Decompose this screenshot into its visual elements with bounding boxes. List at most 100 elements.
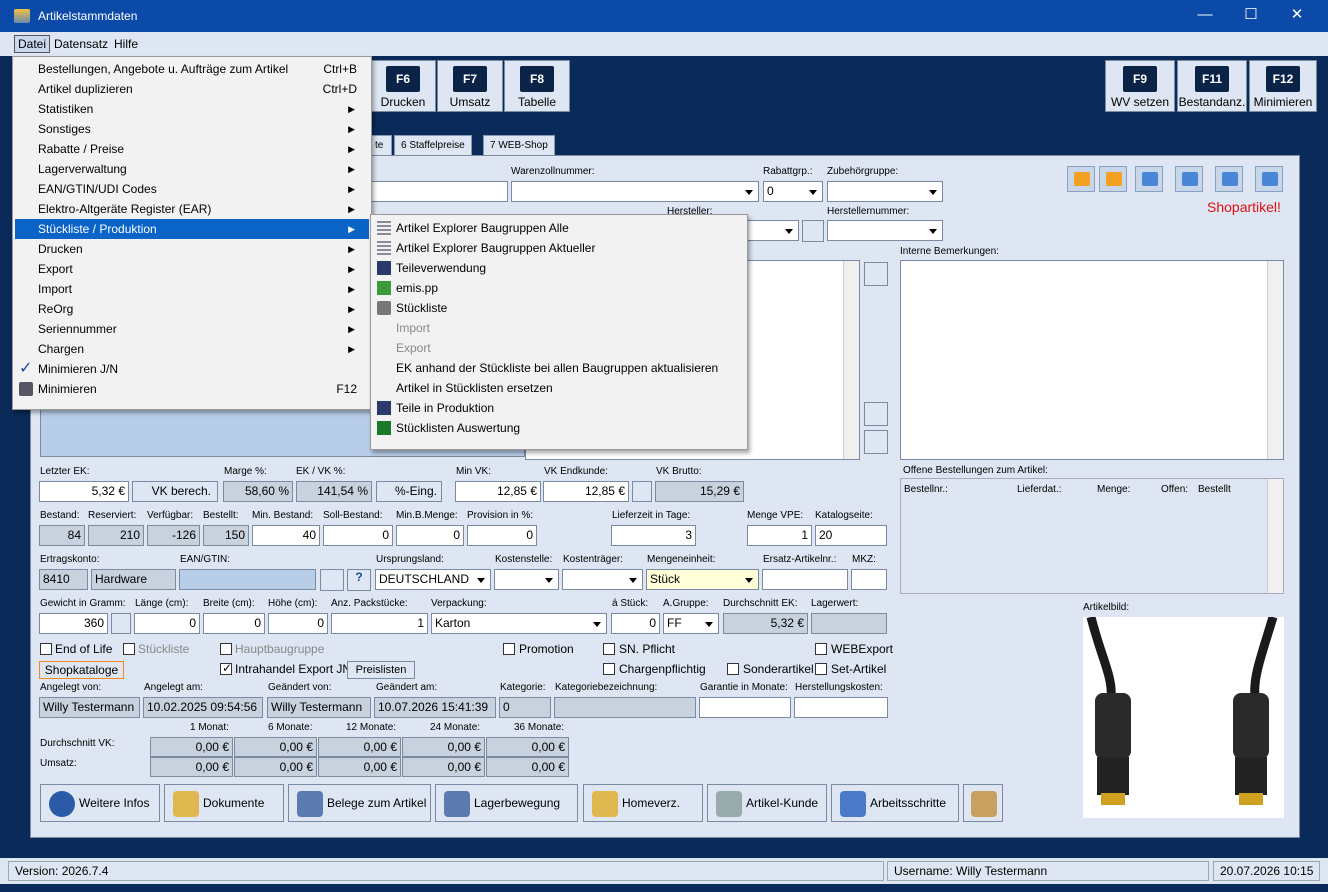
menu-datei[interactable]: Datei	[14, 35, 51, 53]
edit-text-icon[interactable]	[864, 430, 888, 454]
katalogseite-field[interactable]: 20	[815, 525, 887, 546]
rabattgrp-select[interactable]: 0	[763, 181, 823, 202]
gewicht-field[interactable]: 360	[39, 613, 108, 634]
scrollbar[interactable]	[1267, 261, 1283, 459]
ean-field[interactable]	[179, 569, 316, 590]
submenu-import[interactable]: Import	[373, 318, 745, 338]
menu-item-stueckliste[interactable]: Stückliste / Produktion ▶	[15, 219, 369, 239]
agruppe-select[interactable]: FF	[663, 613, 719, 634]
menu-item-bestellungen[interactable]: Bestellungen, Angebote u. Aufträge zum A…	[15, 59, 369, 79]
minbmenge-field[interactable]: 0	[396, 525, 464, 546]
minimize-button[interactable]: —	[1182, 0, 1228, 32]
warenzoll-select[interactable]	[511, 181, 759, 202]
calc-icon[interactable]	[632, 481, 652, 502]
menu-item-ean[interactable]: EAN/GTIN/UDI Codes ▶	[15, 179, 369, 199]
intrahandel-checkbox[interactable]	[220, 661, 232, 675]
kostentraeger-select[interactable]	[562, 569, 643, 590]
vkend-field[interactable]: 12,85 €	[543, 481, 629, 502]
minbestand-field[interactable]: 40	[252, 525, 320, 546]
minvk-field[interactable]: 12,85 €	[455, 481, 541, 502]
menu-item-ear[interactable]: Elektro-Altgeräte Register (EAR) ▶	[15, 199, 369, 219]
submenu-teile-produktion[interactable]: Teile in Produktion	[373, 398, 745, 418]
eing-button[interactable]: %-Eing.	[376, 481, 442, 502]
submenu-auswertung[interactable]: Stücklisten Auswertung	[373, 418, 745, 438]
nav-next[interactable]	[1215, 166, 1243, 192]
f7-umsatz-button[interactable]: F7 Umsatz	[437, 60, 503, 112]
shopkataloge-button[interactable]: Shopkataloge	[39, 661, 124, 679]
nav-next-orange[interactable]	[1099, 166, 1127, 192]
tab-staffelpreise[interactable]: 6 Staffelpreise	[394, 135, 472, 156]
zubehoer-select[interactable]	[827, 181, 943, 202]
menu-item-minimieren[interactable]: Minimieren F12	[15, 379, 369, 399]
provision-field[interactable]: 0	[467, 525, 537, 546]
stueckliste-checkbox[interactable]	[123, 643, 135, 655]
menu-item-minimieren-jn[interactable]: ✓ Minimieren J/N	[15, 359, 369, 379]
set-checkbox[interactable]	[815, 663, 827, 675]
homeverz-button[interactable]: Homeverz.	[583, 784, 703, 822]
tab-webshop[interactable]: 7 WEB-Shop	[483, 135, 555, 156]
hauptbaugruppe-checkbox[interactable]	[220, 643, 232, 655]
scale-icon[interactable]	[111, 613, 131, 634]
artikel-field[interactable]	[370, 181, 508, 202]
letzter-ek-field[interactable]: 5,32 €	[39, 481, 129, 502]
help-icon[interactable]: ?	[347, 569, 371, 591]
submenu-explorer-aktuell[interactable]: Artikel Explorer Baugruppen Aktueller	[373, 238, 745, 258]
snpflicht-checkbox[interactable]	[603, 643, 615, 655]
flag-icon[interactable]	[864, 262, 888, 286]
menu-item-sonstiges[interactable]: Sonstiges ▶	[15, 119, 369, 139]
hoehe-field[interactable]: 0	[268, 613, 328, 634]
verpackung-select[interactable]: Karton	[431, 613, 607, 634]
packstuecke-field[interactable]: 1	[331, 613, 428, 634]
sonder-checkbox[interactable]	[727, 663, 739, 675]
f12-minimize-button[interactable]: F12 Minimieren	[1249, 60, 1317, 112]
vk-berech-button[interactable]: VK berech.	[132, 481, 218, 502]
menu-item-drucken[interactable]: Drucken ▶	[15, 239, 369, 259]
menu-item-rabatte[interactable]: Rabatte / Preise ▶	[15, 139, 369, 159]
mkz-field[interactable]	[851, 569, 887, 590]
scrollbar[interactable]	[843, 261, 859, 459]
maximize-button[interactable]: ☐	[1228, 0, 1274, 32]
mengevpe-field[interactable]: 1	[747, 525, 812, 546]
belege-button[interactable]: Belege zum Artikel	[288, 784, 431, 822]
menu-item-chargen[interactable]: Chargen ▶	[15, 339, 369, 359]
close-button[interactable]: ✕	[1274, 0, 1320, 32]
chargen-checkbox[interactable]	[603, 663, 615, 675]
herstkosten-field[interactable]	[794, 697, 888, 718]
submenu-emis[interactable]: emis.pp	[373, 278, 745, 298]
eol-checkbox[interactable]	[40, 643, 52, 655]
lieferzeit-field[interactable]: 3	[611, 525, 696, 546]
lagerbewegung-button[interactable]: Lagerbewegung	[435, 784, 578, 822]
sollbestand-field[interactable]: 0	[323, 525, 393, 546]
submenu-ek-aktualisieren[interactable]: EK anhand der Stückliste bei allen Baugr…	[373, 358, 745, 378]
translate-icon[interactable]	[864, 402, 888, 426]
preislisten-button[interactable]: Preislisten	[347, 661, 415, 679]
menu-item-lager[interactable]: Lagerverwaltung ▶	[15, 159, 369, 179]
garantie-field[interactable]	[699, 697, 791, 718]
dokumente-button[interactable]: Dokumente	[164, 784, 284, 822]
nav-last[interactable]	[1255, 166, 1283, 192]
submenu-export[interactable]: Export	[373, 338, 745, 358]
menu-item-import[interactable]: Import ▶	[15, 279, 369, 299]
interne-textarea[interactable]	[900, 260, 1284, 460]
promotion-checkbox[interactable]	[503, 643, 515, 655]
menu-hilfe[interactable]: Hilfe	[114, 37, 138, 51]
scrollbar[interactable]	[1267, 479, 1283, 593]
menu-item-reorg[interactable]: ReOrg ▶	[15, 299, 369, 319]
menu-item-statistiken[interactable]: Statistiken ▶	[15, 99, 369, 119]
webexport-checkbox[interactable]	[815, 643, 827, 655]
submenu-artikel-ersetzen[interactable]: Artikel in Stücklisten ersetzen	[373, 378, 745, 398]
ursprung-select[interactable]: DEUTSCHLAND	[375, 569, 491, 590]
f9-wv-button[interactable]: F9 WV setzen	[1105, 60, 1175, 112]
nav-prev[interactable]	[1175, 166, 1203, 192]
herstellernr-select[interactable]	[827, 220, 943, 241]
ersatz-field[interactable]	[762, 569, 848, 590]
astueck-field[interactable]: 0	[611, 613, 660, 634]
clipboard-button[interactable]	[963, 784, 1003, 822]
laenge-field[interactable]: 0	[134, 613, 200, 634]
f11-bestand-button[interactable]: F11 Bestandanz.	[1177, 60, 1247, 112]
nav-first[interactable]	[1135, 166, 1163, 192]
ean-import-icon[interactable]	[320, 569, 344, 591]
submenu-teileverwendung[interactable]: Teileverwendung	[373, 258, 745, 278]
breite-field[interactable]: 0	[203, 613, 265, 634]
f8-tabelle-button[interactable]: F8 Tabelle	[504, 60, 570, 112]
